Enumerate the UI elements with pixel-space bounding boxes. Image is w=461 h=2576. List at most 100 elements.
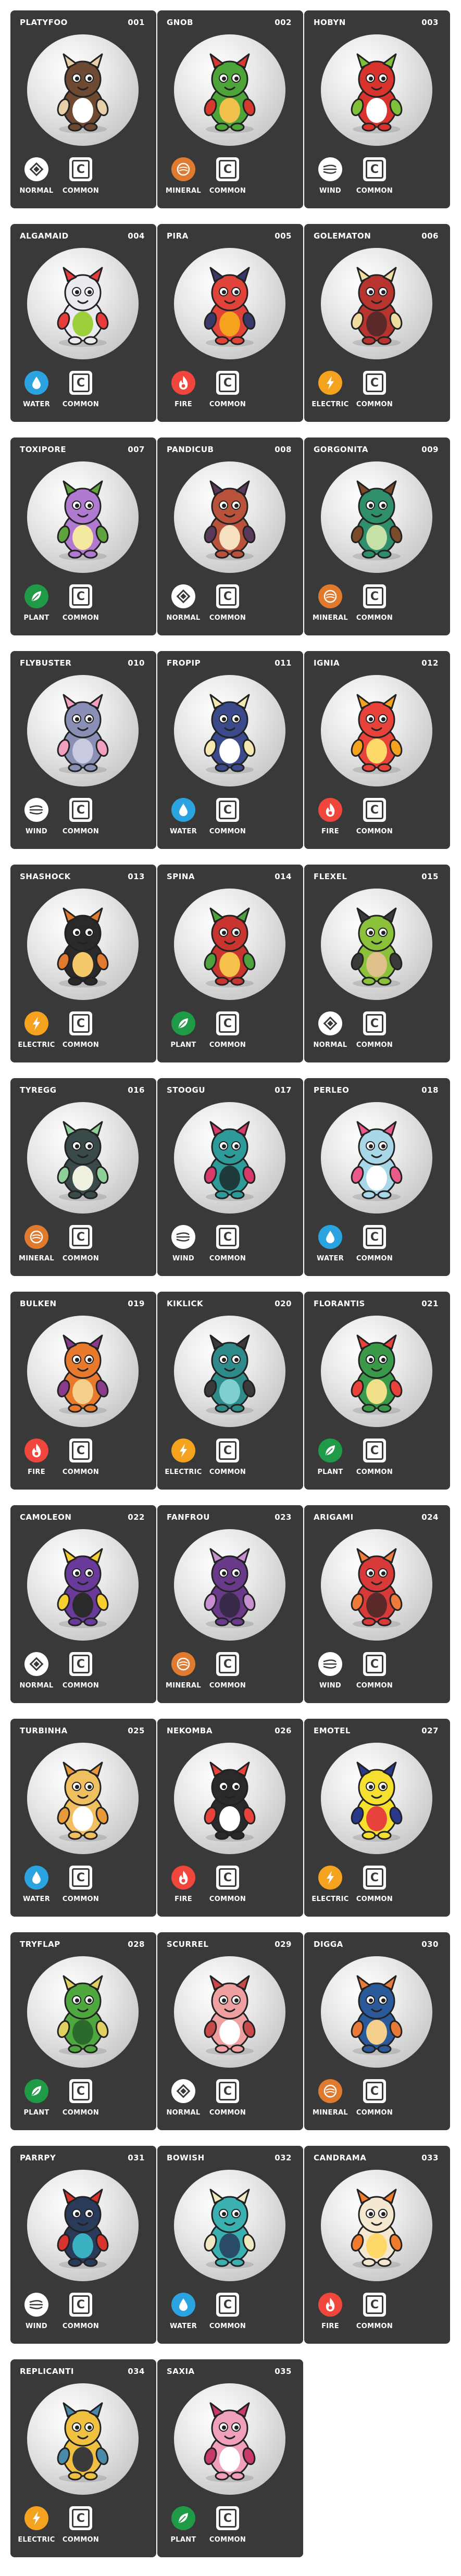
creature-card[interactable]: TYREGG 016 MINERAL C COMMON [10,1078,156,1276]
creature-card[interactable]: ARIGAMI 024 WIND C COMMON [304,1505,450,1703]
rarity-label: COMMON [62,1041,99,1049]
type-label: PLANT [23,614,49,622]
rarity-label: COMMON [209,2322,246,2330]
creature-portrait [174,2383,285,2495]
rarity-label: COMMON [356,1468,393,1476]
rarity-label: COMMON [356,1041,393,1049]
creature-name: GOLEMATON [314,231,371,241]
creature-card[interactable]: BOWISH 032 WATER C COMMON [157,2146,303,2344]
creature-card[interactable]: PIRA 005 FIRE C COMMON [157,224,303,422]
creature-number: 032 [275,2153,292,2162]
creature-number: 017 [275,1085,292,1095]
rarity-letter: C [72,801,90,819]
creature-card[interactable]: GOLEMATON 006 ELECTRIC C COMMON [304,224,450,422]
water-drop-icon [171,2293,195,2317]
creature-number: 021 [421,1299,439,1308]
creature-card[interactable]: CAMOLEON 022 NORMAL C COMMON [10,1505,156,1703]
creature-card[interactable]: CANDRAMA 033 FIRE C COMMON [304,2146,450,2344]
creature-card[interactable]: IGNIA 012 FIRE C COMMON [304,651,450,849]
rarity-badge: C COMMON [60,1652,102,1690]
rarity-badge: C COMMON [207,1866,248,1903]
creature-card[interactable]: SCURREL 029 NORMAL C COMMON [157,1932,303,2130]
creature-card[interactable]: SPINA 014 PLANT C COMMON [157,865,303,1062]
rarity-label: COMMON [62,2322,99,2330]
type-badge: FIRE [163,371,204,408]
creature-card[interactable]: SHASHOCK 013 ELECTRIC C COMMON [10,865,156,1062]
type-label: WIND [25,828,48,835]
rarity-icon: C [216,2293,239,2317]
creature-name: PLATYFOO [20,18,68,27]
creature-card[interactable]: ALGAMAID 004 WATER C COMMON [10,224,156,422]
rarity-icon: C [216,1439,239,1462]
rarity-label: COMMON [209,2536,246,2544]
creature-illustration [204,1548,256,1628]
creature-portrait [27,461,139,573]
creature-card[interactable]: STOOGU 017 WIND C COMMON [157,1078,303,1276]
creature-card[interactable]: FLORANTIS 021 PLANT C COMMON [304,1292,450,1490]
creature-card[interactable]: FLYBUSTER 010 WIND C COMMON [10,651,156,849]
type-glyph [180,1444,187,1457]
creature-number: 009 [421,445,439,454]
creature-card[interactable]: NEKOMBA 026 FIRE C COMMON [157,1719,303,1917]
creature-card[interactable]: HOBYN 003 WIND C COMMON [304,10,450,208]
rarity-label: COMMON [356,614,393,622]
creature-card[interactable]: EMOTEL 027 ELECTRIC C COMMON [304,1719,450,1917]
creature-card[interactable]: FANFROU 023 MINERAL C COMMON [157,1505,303,1703]
creature-name: BULKEN [20,1299,57,1308]
creature-card[interactable]: REPLICANTI 034 ELECTRIC C COMMON [10,2359,156,2557]
creature-card[interactable]: PERLEO 018 WATER C COMMON [304,1078,450,1276]
creature-number: 005 [275,231,292,241]
rarity-letter: C [219,1441,236,1460]
rarity-badge: C COMMON [354,2079,395,2117]
creature-illustration [204,53,256,133]
creature-portrait [27,675,139,786]
creature-card[interactable]: SAXIA 035 PLANT C COMMON [157,2359,303,2557]
creature-card[interactable]: FLEXEL 015 NORMAL C COMMON [304,865,450,1062]
creature-name: GNOB [167,18,194,27]
creature-card[interactable]: GNOB 002 MINERAL C COMMON [157,10,303,208]
creature-card[interactable]: PLATYFOO 001 NORMAL C COMMON [10,10,156,208]
rarity-letter: C [219,1014,236,1033]
creature-card[interactable]: GORGONITA 009 MINERAL C COMMON [304,437,450,635]
creature-illustration [57,1548,109,1628]
rock-icon [171,1652,195,1676]
creature-name: SAXIA [167,2367,195,2376]
creature-portrait [27,1956,139,2068]
type-glyph [179,1871,188,1884]
wind-icon [24,2293,48,2317]
rarity-badge: C COMMON [207,798,248,835]
creature-card[interactable]: TOXIPORE 007 PLANT C COMMON [10,437,156,635]
rarity-label: COMMON [209,1255,246,1262]
creature-card[interactable]: TURBINHA 025 WATER C COMMON [10,1719,156,1917]
creature-portrait [27,248,139,359]
rarity-icon: C [363,1652,386,1676]
type-label: WATER [22,1895,51,1903]
type-label: ELECTRIC [312,1895,349,1903]
creature-number: 011 [275,658,292,668]
type-label: WIND [25,2322,48,2330]
rarity-letter: C [219,2509,236,2528]
type-label: FIRE [321,2322,339,2330]
creature-card[interactable]: TRYFLAP 028 PLANT C COMMON [10,1932,156,2130]
creature-card[interactable]: PANDICUB 008 NORMAL C COMMON [157,437,303,635]
creature-portrait [321,34,432,146]
flame-icon [171,371,195,395]
creature-portrait [174,1529,285,1641]
creature-card[interactable]: KIKLICK 020 ELECTRIC C COMMON [157,1292,303,1490]
creature-name: FLEXEL [314,872,347,881]
creature-illustration [204,1975,256,2055]
rarity-label: COMMON [209,1041,246,1049]
creature-card[interactable]: PARRPY 031 WIND C COMMON [10,2146,156,2344]
type-label: FIRE [28,1468,45,1476]
type-badge: ELECTRIC [309,371,351,408]
leaf-icon [24,584,48,608]
creature-card[interactable]: DIGGA 030 MINERAL C COMMON [304,1932,450,2130]
rarity-label: COMMON [209,2109,246,2117]
rarity-label: COMMON [62,187,99,195]
type-badge: NORMAL [16,1652,57,1690]
type-label: ELECTRIC [18,2536,55,2544]
rarity-icon: C [216,2079,239,2103]
creature-card[interactable]: BULKEN 019 FIRE C COMMON [10,1292,156,1490]
creature-card[interactable]: FROPIP 011 WATER C COMMON [157,651,303,849]
type-glyph [179,804,188,816]
